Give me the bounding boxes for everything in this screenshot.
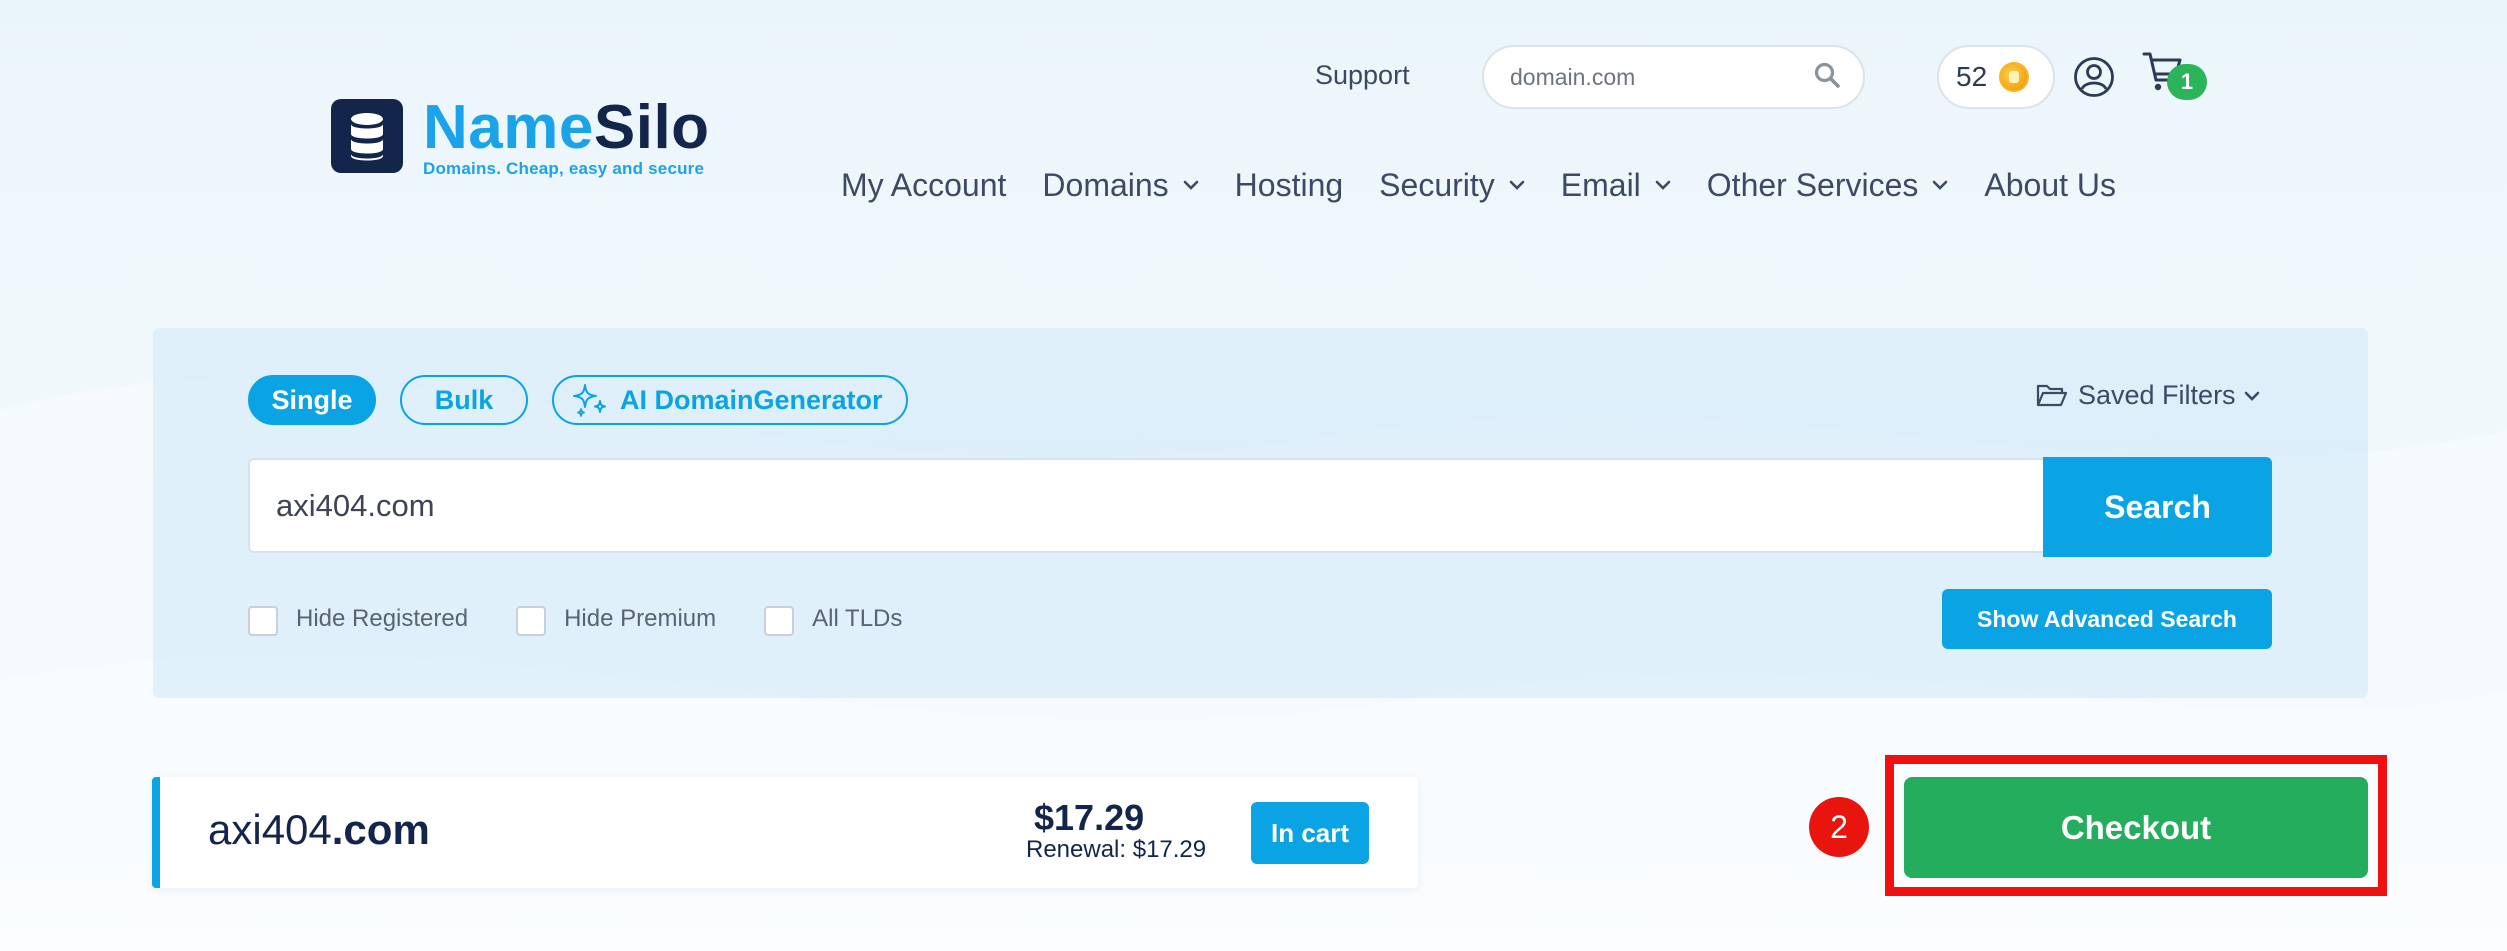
- logo-tagline: Domains. Cheap, easy and secure: [423, 159, 705, 178]
- all-tlds-checkbox[interactable]: [764, 606, 795, 636]
- nav-label: Other Services: [1706, 166, 1919, 203]
- search-filters: Hide Registered Hide Premium All TLDs: [248, 602, 950, 636]
- show-advanced-search-button[interactable]: Show Advanced Search: [1942, 589, 2272, 649]
- domain-query-field[interactable]: [248, 458, 2044, 553]
- user-account-icon[interactable]: [2073, 56, 2115, 103]
- domain-search-input[interactable]: [250, 460, 2044, 551]
- nav-my-account[interactable]: My Account: [841, 167, 1006, 204]
- filter-label: All TLDs: [812, 605, 903, 632]
- chevron-down-icon: [1509, 180, 1525, 190]
- checkout-button[interactable]: Checkout: [1904, 777, 2368, 878]
- nav-label: Domains: [1042, 166, 1169, 203]
- nav-domains[interactable]: Domains: [1042, 167, 1198, 204]
- folder-open-icon: [2036, 383, 2068, 409]
- domain-tld: .com: [331, 806, 430, 853]
- result-domain-name: axi404.com: [208, 800, 430, 860]
- hide-premium-checkbox[interactable]: [516, 606, 547, 636]
- chevron-down-icon: [1655, 180, 1671, 190]
- search-mode-tabs: Single Bulk AI DomainGenerator: [248, 375, 932, 425]
- filter-label: Hide Registered: [296, 605, 469, 632]
- coins-count: 52: [1956, 61, 1988, 92]
- filter-all-tlds[interactable]: All TLDs: [764, 602, 902, 636]
- logo-wordmark: NameSilo: [423, 95, 710, 161]
- search-icon[interactable]: [1813, 61, 1841, 94]
- filter-hide-premium[interactable]: Hide Premium: [516, 602, 716, 636]
- result-price: $17.29: [1034, 797, 1145, 838]
- nav-label: About Us: [1984, 166, 2117, 203]
- tab-single[interactable]: Single: [248, 375, 376, 425]
- filter-hide-registered[interactable]: Hide Registered: [248, 602, 468, 636]
- nav-label: Email: [1560, 166, 1641, 203]
- nav-label: Hosting: [1234, 166, 1344, 203]
- header-search-box[interactable]: [1482, 45, 1865, 109]
- filter-label: Hide Premium: [564, 605, 717, 632]
- tab-ai-label: AI DomainGenerator: [620, 384, 883, 415]
- chevron-down-icon: [1932, 180, 1948, 190]
- nav-security[interactable]: Security: [1379, 167, 1525, 204]
- nav-email[interactable]: Email: [1561, 167, 1671, 204]
- main-navigation: My Account Domains Hosting Security Emai…: [841, 160, 2116, 210]
- nav-about-us[interactable]: About Us: [1984, 167, 2116, 204]
- chevron-down-icon: [2244, 391, 2260, 401]
- hide-registered-checkbox[interactable]: [248, 606, 278, 636]
- chevron-down-icon: [1183, 180, 1199, 190]
- saved-filters-dropdown[interactable]: Saved Filters: [2036, 380, 2260, 411]
- support-link[interactable]: Support: [1315, 60, 1410, 91]
- in-cart-button[interactable]: In cart: [1251, 802, 1369, 864]
- search-button[interactable]: Search: [2043, 457, 2272, 557]
- nav-hosting[interactable]: Hosting: [1235, 167, 1344, 204]
- domain-sld: axi404: [208, 806, 332, 853]
- result-renewal-price: Renewal: $17.29: [1026, 836, 1207, 863]
- database-logo-icon: [331, 99, 403, 173]
- namesilo-logo[interactable]: NameSilo Domains. Cheap, easy and secure: [331, 95, 710, 179]
- nav-label: My Account: [841, 166, 1007, 203]
- header-search-input[interactable]: [1510, 63, 1813, 91]
- tab-bulk[interactable]: Bulk: [400, 375, 528, 425]
- tab-ai-domain-generator[interactable]: AI DomainGenerator: [552, 375, 908, 425]
- logo-name-part2: Silo: [593, 93, 710, 162]
- coins-balance[interactable]: 52: [1937, 45, 2055, 109]
- cart-count-badge: 1: [2167, 64, 2207, 100]
- nav-other-services[interactable]: Other Services: [1707, 167, 1949, 204]
- nav-label: Security: [1379, 166, 1495, 203]
- step-number-marker: 2: [1809, 797, 1869, 857]
- sparkle-icon: [572, 383, 608, 417]
- logo-name-part1: Name: [423, 93, 594, 162]
- coin-icon: [1999, 62, 2030, 92]
- saved-filters-label: Saved Filters: [2078, 380, 2236, 410]
